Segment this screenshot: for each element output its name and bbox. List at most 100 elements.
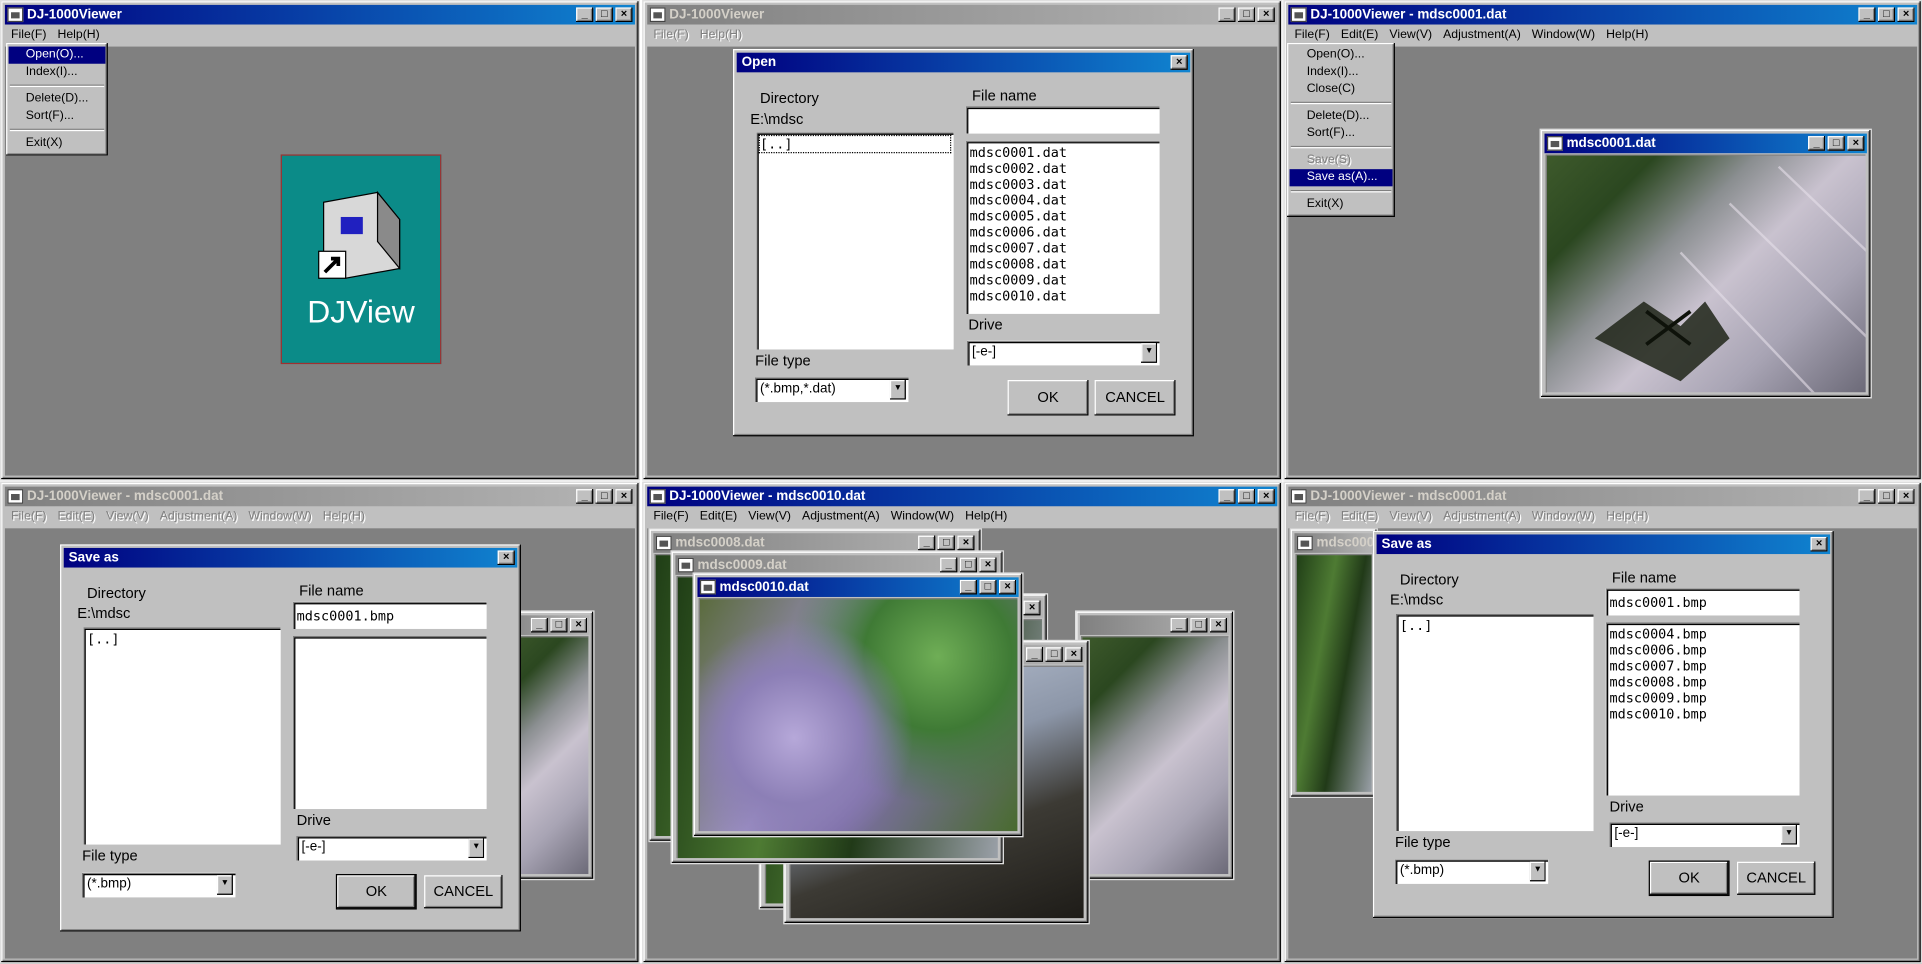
menu-view[interactable]: View(V) (748, 510, 791, 523)
minimize-icon[interactable]: _ (940, 557, 958, 573)
menu-help[interactable]: Help(H) (1606, 28, 1648, 41)
list-item[interactable]: mdsc0001.dat (970, 145, 1156, 161)
filetype-select[interactable]: (*.bmp) ▼ (82, 872, 236, 898)
minimize-icon[interactable]: _ (918, 535, 936, 551)
maximize-icon[interactable]: □ (1827, 136, 1845, 151)
menu-item-delete[interactable]: Delete(D)... (1290, 108, 1393, 125)
ok-button[interactable]: OK (1007, 379, 1089, 416)
maximize-icon[interactable]: □ (937, 535, 955, 551)
title-bar[interactable]: DJ-1000Viewer - mdsc0001.dat _ □ × (1288, 4, 1918, 25)
menu-adjustment[interactable]: Adjustment(A) (160, 510, 238, 523)
menu-item-exit[interactable]: Exit(X) (1290, 196, 1393, 213)
chevron-down-icon[interactable]: ▼ (1529, 861, 1546, 882)
list-item[interactable]: mdsc0004.dat (970, 192, 1156, 208)
menu-help[interactable]: Help(H) (700, 28, 742, 41)
close-icon[interactable]: × (1209, 617, 1228, 633)
list-item[interactable]: [..] (1400, 618, 1590, 634)
list-item[interactable]: mdsc0010.dat (970, 288, 1156, 304)
menu-file[interactable]: File(F) (1294, 28, 1329, 41)
menu-item-index[interactable]: Index(I)... (1290, 64, 1393, 81)
close-icon[interactable]: × (1810, 536, 1828, 552)
menu-adjustment[interactable]: Adjustment(A) (1443, 510, 1521, 523)
drive-select[interactable]: [-e-] ▼ (967, 340, 1160, 366)
minimize-icon[interactable]: _ (1808, 136, 1826, 151)
maximize-icon[interactable]: □ (550, 617, 568, 633)
maximize-icon[interactable]: □ (979, 579, 997, 595)
minimize-icon[interactable]: _ (530, 617, 548, 633)
menu-file[interactable]: File(F) (11, 28, 46, 41)
maximize-icon[interactable]: □ (1877, 489, 1896, 504)
menu-item-open[interactable]: Open(O)... (8, 46, 106, 64)
menu-item-save-as[interactable]: Save as(A)... (1289, 169, 1393, 187)
menu-help[interactable]: Help(H) (57, 28, 99, 41)
list-item[interactable]: mdsc0007.dat (970, 240, 1156, 256)
menu-item-sort[interactable]: Sort(F)... (9, 108, 106, 125)
menu-edit[interactable]: Edit(E) (57, 510, 94, 523)
maximize-icon[interactable]: □ (1045, 647, 1063, 662)
menu-file[interactable]: File(F) (1294, 510, 1329, 523)
minimize-icon[interactable]: _ (959, 579, 977, 595)
file-list[interactable]: mdsc0004.bmp mdsc0006.bmp mdsc0007.bmp mdsc… (1605, 622, 1800, 796)
menu-adjustment[interactable]: Adjustment(A) (1443, 28, 1521, 41)
file-list[interactable]: mdsc0001.dat mdsc0002.dat mdsc0003.dat mdsc… (965, 140, 1160, 314)
minimize-icon[interactable]: _ (576, 489, 594, 504)
list-item[interactable]: mdsc0009.dat (970, 272, 1156, 288)
maximize-icon[interactable]: □ (595, 7, 613, 23)
list-item[interactable]: mdsc0002.dat (970, 161, 1156, 177)
chevron-down-icon[interactable]: ▼ (216, 875, 233, 895)
title-bar[interactable]: _ □ × (1079, 615, 1230, 635)
minimize-icon[interactable]: _ (1025, 647, 1044, 662)
list-item[interactable]: mdsc0006.bmp (1609, 642, 1795, 658)
ok-button[interactable]: OK (1648, 860, 1730, 897)
menu-item-close[interactable]: Close(C) (1290, 81, 1393, 98)
chevron-down-icon[interactable]: ▼ (889, 379, 906, 400)
maximize-icon[interactable]: □ (1190, 617, 1208, 633)
filename-input[interactable] (965, 106, 1160, 134)
filename-input[interactable] (1605, 588, 1800, 616)
close-icon[interactable]: × (615, 489, 633, 504)
minimize-icon[interactable]: _ (1170, 617, 1188, 633)
minimize-icon[interactable]: _ (1218, 7, 1236, 23)
menu-edit[interactable]: Edit(E) (700, 510, 737, 523)
close-icon[interactable]: × (1897, 7, 1915, 23)
dialog-title-bar[interactable]: Open × (736, 52, 1191, 73)
minimize-icon[interactable]: _ (1218, 489, 1236, 504)
close-icon[interactable]: × (1023, 600, 1041, 616)
dialog-title-bar[interactable]: Save as × (63, 547, 518, 568)
filetype-select[interactable]: (*.bmp,*.dat) ▼ (755, 377, 909, 403)
drive-select[interactable]: [-e-] ▼ (1609, 822, 1800, 848)
close-icon[interactable]: × (1257, 489, 1275, 504)
chevron-down-icon[interactable]: ▼ (468, 838, 485, 859)
menu-view[interactable]: View(V) (1389, 28, 1432, 41)
close-icon[interactable]: × (1257, 7, 1275, 23)
minimize-icon[interactable]: _ (576, 7, 594, 23)
menu-adjustment[interactable]: Adjustment(A) (802, 510, 880, 523)
maximize-icon[interactable]: □ (959, 557, 977, 573)
title-bar[interactable]: mdsc0010.dat _ □ × (697, 577, 1019, 597)
close-icon[interactable]: × (1170, 55, 1188, 70)
cancel-button[interactable]: CANCEL (1094, 379, 1176, 416)
menu-help[interactable]: Help(H) (1606, 510, 1648, 523)
close-icon[interactable]: × (1897, 489, 1915, 504)
menu-edit[interactable]: Edit(E) (1341, 510, 1378, 523)
menu-file[interactable]: File(F) (653, 28, 688, 41)
dialog-title-bar[interactable]: Save as × (1376, 534, 1831, 555)
close-icon[interactable]: × (497, 550, 515, 566)
close-icon[interactable]: × (957, 535, 975, 551)
menu-item-exit[interactable]: Exit(X) (9, 135, 106, 152)
chevron-down-icon[interactable]: ▼ (1781, 824, 1798, 845)
djview-shortcut[interactable]: DJView (280, 154, 442, 365)
menu-help[interactable]: Help(H) (965, 510, 1007, 523)
close-icon[interactable]: × (1065, 647, 1083, 662)
menu-edit[interactable]: Edit(E) (1341, 28, 1378, 41)
menu-file[interactable]: File(F) (11, 510, 46, 523)
minimize-icon[interactable]: _ (1858, 7, 1876, 23)
title-bar[interactable]: DJ-1000Viewer _ □ × (647, 4, 1278, 25)
close-icon[interactable]: × (569, 617, 588, 633)
title-bar[interactable]: mdsc0001 (1294, 533, 1373, 553)
title-bar[interactable]: DJ-1000Viewer - mdsc0001.dat _ □ × (4, 486, 635, 507)
menu-window[interactable]: Window(W) (1532, 510, 1595, 523)
menu-window[interactable]: Window(W) (891, 510, 954, 523)
list-item[interactable]: mdsc0004.bmp (1609, 626, 1795, 642)
menu-item-open[interactable]: Open(O)... (1290, 47, 1393, 64)
